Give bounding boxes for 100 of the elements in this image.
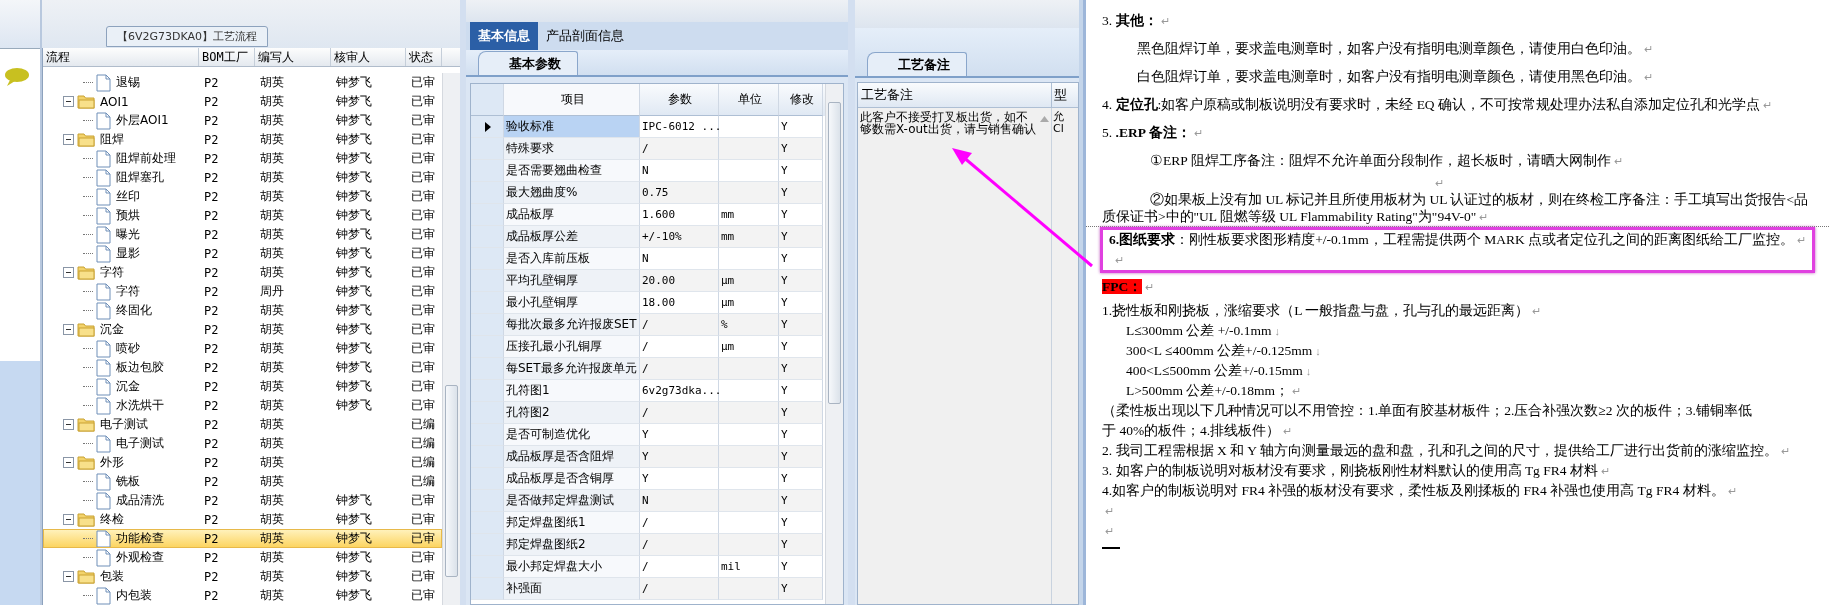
column-header[interactable]: 编写人 — [255, 48, 331, 66]
row-header[interactable] — [471, 116, 504, 138]
table-cell — [719, 490, 779, 512]
file-icon — [96, 168, 111, 187]
tree-row[interactable]: 外观检查 P2 胡英 钟梦飞 已审 — [43, 548, 442, 567]
tree-row[interactable]: 字符 P2 胡英 钟梦飞 已审 — [43, 263, 442, 282]
scrollbar[interactable] — [442, 73, 460, 605]
document-text: 400<L≤500mm 公差+/-0.15mm — [1126, 363, 1303, 378]
tree-row[interactable]: 丝印 P2 胡英 钟梦飞 已审 — [43, 187, 442, 206]
table-cell — [719, 138, 779, 160]
tree-row[interactable]: 阻焊 P2 胡英 钟梦飞 已审 — [43, 130, 442, 149]
collapse-toggle-icon[interactable] — [63, 324, 74, 335]
table-cell: Y — [779, 534, 823, 556]
table-cell: 钟梦飞 — [336, 169, 372, 186]
table-cell: 钟梦飞 — [336, 378, 372, 395]
document-text: 白色阻焊订单，要求盖电测章时，如客户没有指明电测章颜色，请使用黑色印油。 — [1137, 69, 1641, 84]
table-cell-text: P2 — [203, 246, 220, 261]
tree-row[interactable]: 外层AOI1 P2 胡英 钟梦飞 已审 — [43, 111, 442, 130]
table-cell-text: 胡英 — [259, 74, 285, 91]
file-icon — [96, 358, 111, 377]
scroll-thumb[interactable] — [828, 102, 841, 404]
sub-tab[interactable]: 工艺备注 — [867, 52, 967, 76]
table-cell: 钟梦飞 — [336, 283, 372, 300]
table-cell: 最大翘曲度% — [504, 182, 640, 204]
scroll-thumb[interactable] — [445, 385, 458, 577]
column-header[interactable]: 状态 — [406, 48, 442, 66]
collapse-toggle-icon[interactable] — [63, 457, 74, 468]
tree-row[interactable]: 成品清洗 P2 胡英 钟梦飞 已审 — [43, 491, 442, 510]
tree-row[interactable]: 电子测试 P2 胡英 已编 — [43, 415, 442, 434]
tree-row[interactable]: 电子测试 P2 胡英 已编 — [43, 434, 442, 453]
column-header[interactable]: 型 — [1052, 83, 1078, 107]
tree-row[interactable]: 曝光 P2 胡英 钟梦飞 已审 — [43, 225, 442, 244]
column-header[interactable]: 参数 — [640, 84, 719, 116]
file-icon — [96, 529, 111, 548]
tree-row[interactable]: 预烘 P2 胡英 钟梦飞 已审 — [43, 206, 442, 225]
step-name: 终检 — [100, 511, 124, 528]
tree-row[interactable]: 退锡 P2 胡英 钟梦飞 已审 — [43, 73, 442, 92]
document-text: 4. 定位孔:如客户原稿或制板说明没有要求时，未经 EQ 确认，不可按常规处理办法私自添加定位孔和光学点 — [1102, 97, 1760, 112]
column-header[interactable]: 流程 — [43, 48, 199, 66]
tree-row[interactable]: 沉金 P2 胡英 钟梦飞 已审 — [43, 377, 442, 396]
table-cell-text: 胡英 — [259, 511, 285, 528]
table-cell: 是否需要翘曲检查 — [504, 160, 640, 182]
sub-tab[interactable]: 基本参数 — [478, 51, 578, 75]
column-header[interactable]: 项目 — [504, 84, 640, 116]
tree-row[interactable]: 显影 P2 胡英 钟梦飞 已审 — [43, 244, 442, 263]
tree-row[interactable]: 沉金 P2 胡英 钟梦飞 已审 — [43, 320, 442, 339]
column-header[interactable]: 核审人 — [331, 48, 406, 66]
document-text: 3. 如客户的制板说明对板材没有要求，刚挠板刚性材料默认的使用高 Tg FR4 材料 — [1102, 463, 1598, 478]
table-cell-text: 胡英 — [259, 492, 285, 509]
collapse-toggle-icon[interactable] — [63, 419, 74, 430]
paragraph-mark: ↵ — [1193, 127, 1203, 139]
document-text: 300<L ≤400mm 公差+/-0.125mm — [1126, 343, 1313, 358]
table-cell: Y — [779, 578, 823, 600]
column-header[interactable]: 修改 — [779, 84, 823, 116]
tree-row[interactable]: 阻焊塞孔 P2 胡英 钟梦飞 已审 — [43, 168, 442, 187]
table-cell: 钟梦飞 — [336, 492, 372, 509]
tree-row[interactable]: 水洗烘干 P2 胡英 钟梦飞 已审 — [43, 396, 442, 415]
collapse-toggle-icon[interactable] — [63, 267, 74, 278]
table-cell: 邦定焊盘图纸2 — [504, 534, 640, 556]
table-cell-text: 胡英 — [259, 93, 285, 110]
tree-row[interactable]: 阻焊前处理 P2 胡英 钟梦飞 已审 — [43, 149, 442, 168]
tree-row[interactable]: 外形 P2 胡英 已编 — [43, 453, 442, 472]
tree-row[interactable]: 终检 P2 胡英 钟梦飞 已审 — [43, 510, 442, 529]
tree-row[interactable]: 板边包胶 P2 胡英 钟梦飞 已审 — [43, 358, 442, 377]
tab[interactable]: 基本信息 — [470, 22, 538, 50]
table-cell: 压接孔最小孔铜厚 — [504, 336, 640, 358]
table-cell-text: 已审 — [410, 169, 436, 186]
paragraph-mark: ↵ — [1797, 234, 1807, 246]
file-icon — [96, 339, 111, 358]
collapse-toggle-icon[interactable] — [63, 571, 74, 582]
paragraph-mark: ↵ — [1613, 155, 1623, 167]
collapse-toggle-icon[interactable] — [63, 134, 74, 145]
tab[interactable]: 产品剖面信息 — [538, 22, 632, 50]
table-cell: 补强面 — [504, 578, 640, 600]
table-cell: 钟梦飞 — [336, 226, 372, 243]
document-text: 质保证书>中的"UL 阻燃等级 UL Flammability Rating"为"94V-0" — [1102, 209, 1477, 224]
tree-row[interactable]: 喷砂 P2 胡英 钟梦飞 已审 — [43, 339, 442, 358]
scroll-up-icon[interactable] — [1040, 116, 1049, 122]
tree-row[interactable]: 功能检查 P2 胡英 钟梦飞 已审 — [43, 529, 442, 548]
column-header[interactable]: BOM工厂 — [199, 48, 255, 66]
speech-bubble-icon[interactable] — [4, 67, 30, 87]
collapse-toggle-icon[interactable] — [63, 96, 74, 107]
collapse-toggle-icon[interactable] — [63, 514, 74, 525]
tree-row[interactable]: 内包装 P2 胡英 钟梦飞 已审 — [43, 586, 442, 605]
table-cell-text: P2 — [203, 94, 220, 109]
tree-row[interactable]: 包装 P2 胡英 钟梦飞 已审 — [43, 567, 442, 586]
tree-row[interactable]: AOI1 P2 胡英 钟梦飞 已审 — [43, 92, 442, 111]
tree-row[interactable]: 铣板 P2 胡英 已编 — [43, 472, 442, 491]
table-cell-text: P2 — [203, 227, 220, 242]
paragraph-mark: ↵ — [1435, 177, 1444, 189]
scrollbar[interactable] — [825, 84, 843, 604]
tree-row[interactable]: 终固化 P2 胡英 钟梦飞 已审 — [43, 301, 442, 320]
column-header[interactable]: 单位 — [719, 84, 779, 116]
folder-icon — [77, 569, 95, 584]
column-header[interactable]: 工艺备注 — [858, 83, 1052, 107]
file-icon — [96, 187, 111, 206]
document-text: L≤300mm 公差 +/-0.1mm — [1126, 323, 1272, 338]
paragraph-mark: ↵ — [1727, 485, 1737, 497]
paragraph-mark: ↵ — [1115, 254, 1124, 266]
tree-row[interactable]: 字符 P2 周丹 钟梦飞 已审 — [43, 282, 442, 301]
